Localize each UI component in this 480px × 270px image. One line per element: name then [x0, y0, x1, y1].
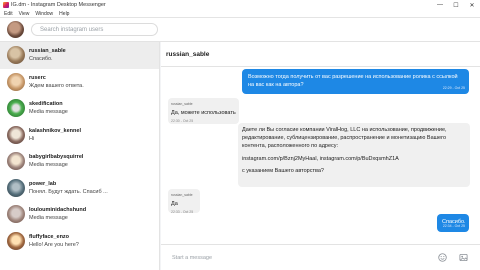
composer-actions	[438, 253, 468, 262]
conversation-preview: Media message	[29, 162, 68, 168]
conversation-username: loulouminidachshund	[29, 207, 87, 213]
avatar	[7, 205, 25, 223]
close-button[interactable]: ✕	[464, 0, 480, 10]
menu-window[interactable]: Window	[35, 11, 53, 17]
menu-help[interactable]: Help	[59, 11, 69, 17]
user-avatar[interactable]	[7, 21, 24, 38]
conversation-username: skedification	[29, 101, 63, 107]
conversation-preview: Hello! Are you here?	[29, 241, 79, 248]
conversation-username: russian_sable	[29, 48, 66, 54]
conversation-item[interactable]: babygirlbabysquirrel Media message	[0, 148, 159, 175]
conversation-item[interactable]: fluffyface_enzo Hello! Are you here?	[0, 228, 159, 255]
avatar	[7, 178, 25, 197]
message-incoming: russian_sable Да 22:33 - Oct 25	[168, 189, 200, 214]
message-line: instagram.com/p/Bznj2MyHaal, instagram.c…	[242, 155, 399, 162]
message-incoming: Дaете ли Вы согласие компании ViralHog, …	[238, 123, 470, 187]
message-composer[interactable]: Start a message	[161, 244, 480, 270]
message-line: Дaете ли Вы согласие компании ViralHog, …	[242, 127, 447, 133]
message-time: 22:30 - Oct 25	[171, 119, 194, 123]
message-line: с указанием Вашего авторства?	[242, 167, 324, 174]
menu-view[interactable]: View	[19, 11, 30, 17]
window-controls: — ☐ ✕	[432, 0, 480, 10]
menu-bar: Edit View Window Help	[0, 10, 480, 18]
message-text: Да	[171, 201, 178, 207]
conversation-preview: Спасибо.	[29, 56, 53, 62]
avatar	[7, 231, 25, 250]
emoji-icon[interactable]	[438, 253, 447, 262]
app-icon	[3, 2, 9, 8]
conversation-item[interactable]: kalashnikov_kennel Hi	[0, 122, 159, 149]
conversation-username: fluffyface_enzo	[29, 233, 70, 240]
conversation-preview: Media message	[29, 109, 68, 115]
conversation-username: babygirlbabysquirrel	[29, 154, 84, 160]
message-text: Возможно тогда получить от вас разрешени…	[248, 74, 458, 88]
message-outgoing: Спасибо. 22:34 - Oct 25	[437, 214, 469, 232]
conversation-preview: Понял. Будут ждать. Спасиб ...	[29, 188, 108, 195]
search-input[interactable]: Search instagram users	[31, 23, 158, 36]
conversation-item[interactable]: skedification Media message	[0, 95, 159, 122]
conversation-preview: Ждем вашего ответа.	[29, 82, 84, 89]
message-sender: russian_sable	[171, 102, 193, 106]
conversation-item[interactable]: ruserc Ждем вашего ответа.	[0, 69, 159, 96]
top-bar: Search instagram users	[0, 18, 480, 42]
message-text: Да, можете использовать	[171, 110, 236, 116]
avatar	[7, 125, 25, 144]
minimize-button[interactable]: —	[432, 0, 448, 10]
conversation-preview: Media message	[29, 215, 68, 221]
message-time: 22:34 - Oct 25	[442, 224, 465, 228]
message-time: 22:33 - Oct 25	[171, 210, 194, 214]
attach-image-icon[interactable]	[459, 253, 468, 262]
maximize-button[interactable]: ☐	[448, 0, 464, 10]
menu-edit[interactable]: Edit	[4, 11, 13, 17]
conversation-item[interactable]: russian_sable Спасибо.	[0, 42, 159, 69]
message-sender: russian_sable	[171, 193, 193, 197]
message-time: 22:29 - Oct 25	[442, 86, 465, 90]
message-outgoing: Возможно тогда получить от вас разрешени…	[242, 69, 469, 94]
window-title: IG.dm - Instagram Desktop Messenger	[11, 2, 106, 8]
title-bar: IG.dm - Instagram Desktop Messenger — ☐ …	[0, 0, 480, 10]
conversation-list: russian_sable Спасибо. ruserc Ждем вашег…	[0, 42, 160, 270]
message-line: контента, расположенного по адресу:	[242, 143, 339, 150]
conversation-item[interactable]: power_lab Понял. Будут ждать. Спасиб ...	[0, 175, 159, 202]
conversation-username: ruserc	[29, 74, 46, 81]
avatar	[7, 99, 25, 117]
avatar	[7, 152, 25, 170]
conversation-username: kalashnikov_kennel	[29, 127, 81, 134]
conversation-preview: Hi	[29, 135, 35, 142]
message-input[interactable]: Start a message	[172, 255, 212, 261]
conversation-item[interactable]: loulouminidachshund Media message	[0, 201, 159, 228]
chat-header: russian_sable	[161, 42, 480, 67]
conversation-username: power_lab	[29, 180, 57, 187]
message-incoming: russian_sable Да, можете использовать 22…	[168, 98, 239, 124]
avatar	[7, 46, 25, 64]
avatar	[7, 72, 25, 91]
message-line: редактирование, сублицензирование, распр…	[242, 135, 447, 142]
chat-panel: russian_sable Возможно тогда получить от…	[161, 42, 480, 270]
